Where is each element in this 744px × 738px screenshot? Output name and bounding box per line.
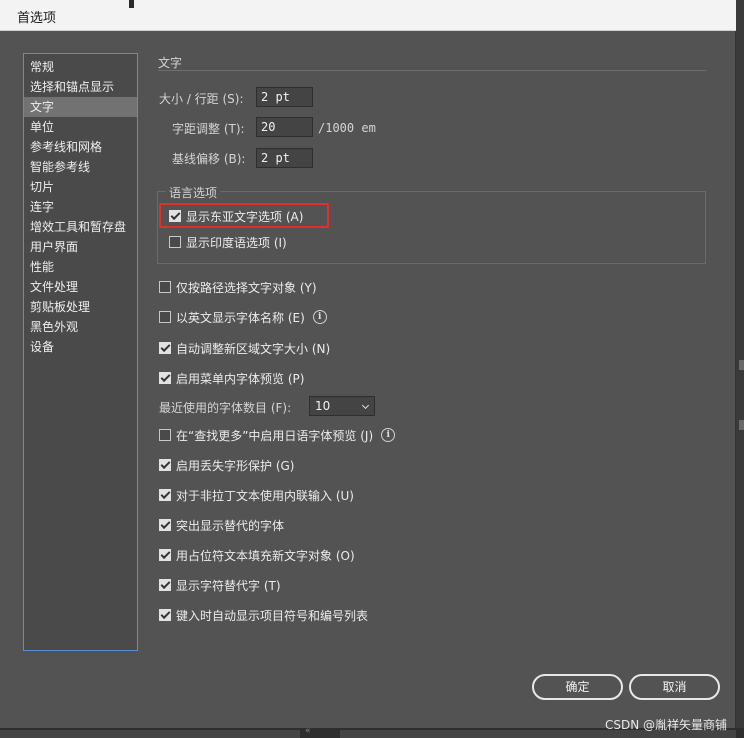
option-label: 仅按路径选择文字对象 (Y) [176,280,317,295]
sidebar-item-type[interactable]: 文字 [24,97,137,117]
auto-bullet-list-option[interactable]: 键入时自动显示项目符号和编号列表 [159,606,368,624]
sidebar-item-units[interactable]: 单位 [24,117,137,137]
select-type-by-path-option[interactable]: 仅按路径选择文字对象 (Y) [159,278,317,296]
checkbox[interactable] [159,342,171,354]
preferences-dialog: 首选项 常规 选择和锚点显示 文字 单位 参考线和网格 智能参考线 切片 连字 … [0,0,736,728]
sidebar-item-general[interactable]: 常规 [24,57,137,77]
tracking-unit: /1000 em [318,121,376,135]
chevron-down-icon [361,401,370,410]
watermark: CSDN @胤祥矢量商铺 [605,718,728,732]
info-icon[interactable]: i [381,428,396,442]
size-leading-label: 大小 / 行距 (S): [159,92,244,106]
option-label: 键入时自动显示项目符号和编号列表 [176,608,369,623]
sidebar-item-selection-anchor[interactable]: 选择和锚点显示 [24,77,137,97]
sidebar-item-black-appearance[interactable]: 黑色外观 [24,317,137,337]
info-icon[interactable]: i [312,310,327,324]
background-app-strip [736,0,744,738]
sidebar-item-guides-grid[interactable]: 参考线和网格 [24,137,137,157]
tracking-label: 字距调整 (T): [172,122,245,136]
inline-input-option[interactable]: 对于非拉丁文本使用内联输入 (U) [159,486,354,504]
sidebar-item-smart-guides[interactable]: 智能参考线 [24,157,137,177]
sidebar-item-user-interface[interactable]: 用户界面 [24,237,137,257]
placeholder-text-option[interactable]: 用占位符文本填充新文字对象 (O) [159,546,355,564]
checkbox[interactable] [159,372,171,384]
checkbox[interactable] [159,429,171,441]
highlight-substituted-fonts-option[interactable]: 突出显示替代的字体 [159,516,284,534]
title-bar: 首选项 [0,0,736,31]
option-label: 显示字符替代字 (T) [176,578,281,593]
japanese-font-preview-option[interactable]: 在“查找更多”中启用日语字体预览 (J) i [159,426,396,444]
option-label: 显示印度语选项 (I) [186,235,287,250]
size-leading-input[interactable]: 2 pt [256,87,313,107]
show-indic-option[interactable]: 显示印度语选项 (I) [169,233,287,251]
checkbox[interactable] [159,311,171,323]
baseline-shift-input[interactable]: 2 pt [256,148,313,168]
option-label: 以英文显示字体名称 (E) [176,310,305,325]
recent-fonts-select[interactable]: 10 [309,396,375,416]
option-label: 对于非拉丁文本使用内联输入 (U) [176,488,354,503]
sidebar-item-plugins[interactable]: 增效工具和暂存盘 [24,217,137,237]
baseline-shift-label: 基线偏移 (B): [172,152,246,166]
ok-button[interactable]: 确定 [532,674,623,700]
cancel-button[interactable]: 取消 [629,674,720,700]
window-title: 首选项 [17,11,57,26]
option-label: 启用丢失字形保护 (G) [176,458,295,473]
checkbox[interactable] [159,489,171,501]
option-label: 自动调整新区域文字大小 (N) [176,341,331,356]
checkbox[interactable] [159,281,171,293]
sidebar-item-slices[interactable]: 切片 [24,177,137,197]
english-font-names-option[interactable]: 以英文显示字体名称 (E) i [159,308,327,326]
checkbox[interactable] [159,459,171,471]
option-label: 用占位符文本填充新文字对象 (O) [176,548,355,563]
font-preview-option[interactable]: 启用菜单内字体预览 (P) [159,369,304,387]
titlebar-edge [129,0,134,8]
recent-fonts-label: 最近使用的字体数目 (F): [159,401,292,415]
checkbox[interactable] [159,579,171,591]
checkbox[interactable] [159,549,171,561]
show-character-alternates-option[interactable]: 显示字符替代字 (T) [159,576,281,594]
language-options-title: 语言选项 [166,184,221,201]
background-segment [0,730,300,738]
recent-fonts-value: 10 [315,399,331,413]
annotation-highlight-box [159,203,329,228]
checkbox[interactable] [159,609,171,621]
background-mark [739,360,744,370]
auto-size-area-type-option[interactable]: 自动调整新区域文字大小 (N) [159,339,330,357]
missing-glyph-protection-option[interactable]: 启用丢失字形保护 (G) [159,456,294,474]
background-mark [739,420,744,430]
section-divider [158,70,706,71]
option-label: 突出显示替代的字体 [176,518,285,533]
sidebar-item-hyphenation[interactable]: 连字 [24,197,137,217]
category-list: 常规 选择和锚点显示 文字 单位 参考线和网格 智能参考线 切片 连字 增效工具… [23,53,138,651]
option-label: 在“查找更多”中启用日语字体预览 (J) [176,428,374,443]
sidebar-item-devices[interactable]: 设备 [24,337,137,357]
tracking-input[interactable]: 20 [256,117,313,137]
checkbox[interactable] [159,519,171,531]
checkbox[interactable] [169,236,181,248]
sidebar-item-clipboard[interactable]: 剪贴板处理 [24,297,137,317]
sidebar-item-performance[interactable]: 性能 [24,257,137,277]
sidebar-item-file-handling[interactable]: 文件处理 [24,277,137,297]
section-title: 文字 [158,56,183,70]
option-label: 启用菜单内字体预览 (P) [176,371,305,386]
